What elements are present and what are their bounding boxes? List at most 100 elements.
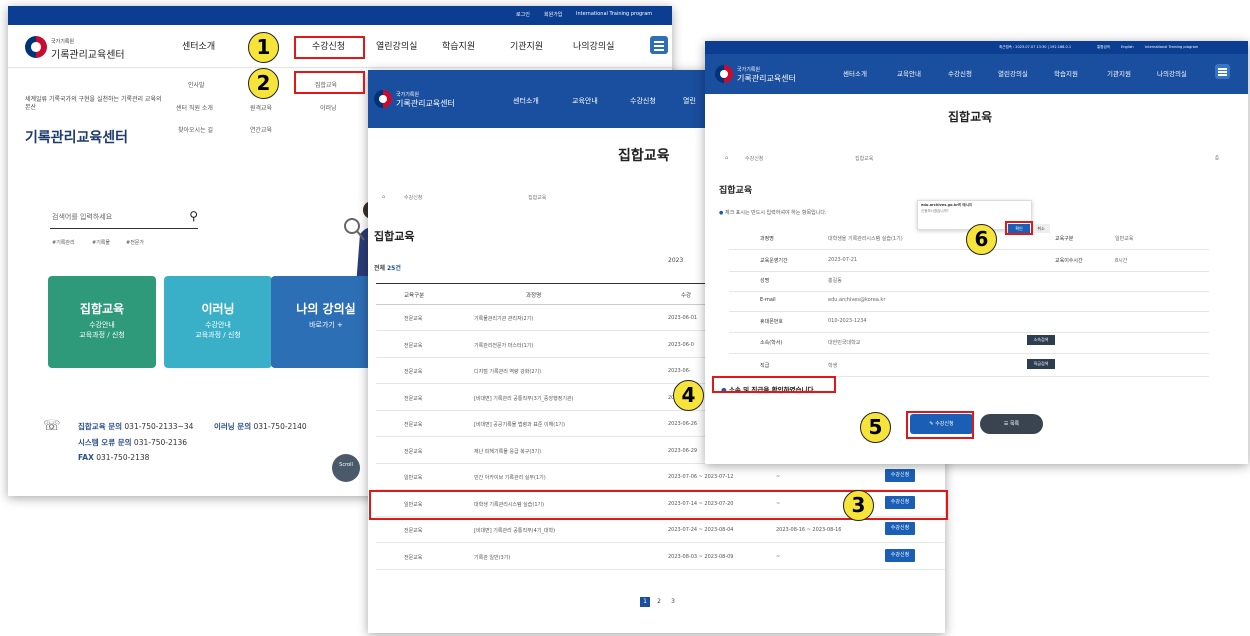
- submenu-directions[interactable]: 찾아오시는 길: [178, 125, 213, 134]
- nav-agency-support[interactable]: 기관지원: [1107, 68, 1131, 78]
- table-row: 일반교육 민간 아카이브 기록관리 실무(1기) 2023-07-06 ~ 2023…: [376, 464, 945, 490]
- submenu-elearning[interactable]: 이러닝: [320, 103, 337, 112]
- cell-course-name[interactable]: [비대면] 공공기록물 법령과 표준 이해(1기): [474, 421, 565, 428]
- menu-icon[interactable]: [650, 36, 668, 54]
- submenu-staff[interactable]: 센터 직원 소개: [176, 103, 213, 112]
- page-1[interactable]: 1: [640, 597, 650, 607]
- gnb-learning-support[interactable]: 학습지원: [442, 39, 475, 52]
- card-elearning[interactable]: 이러닝 수강안내 교육과정 / 신청: [164, 276, 272, 368]
- page-3[interactable]: 3: [668, 597, 678, 607]
- nav-education-guide[interactable]: 교육안내: [572, 96, 598, 106]
- gnb-my-class[interactable]: 나의강의실: [573, 39, 614, 52]
- cell-course-name[interactable]: 민간 아카이브 기록관리 실무(1기): [474, 474, 546, 481]
- english-link[interactable]: English: [1121, 45, 1134, 49]
- field-value: 2023-07-21: [828, 257, 858, 263]
- contact-group: 집합교육 문의 031-750-2133~34: [78, 422, 194, 431]
- page-2[interactable]: 2: [654, 597, 664, 607]
- form-title: 집합교육: [719, 186, 753, 196]
- nav-enrollment[interactable]: 수강신청: [948, 68, 972, 78]
- logo-site-name[interactable]: 기록관리교육센터: [737, 73, 796, 84]
- field-label: 교육운영기간: [760, 258, 788, 264]
- search-input[interactable]: 검색어를 입력하세요: [52, 212, 112, 222]
- apply-button[interactable]: 수강신청: [885, 548, 915, 562]
- logo-emblem-icon[interactable]: [25, 36, 47, 58]
- logo-emblem-icon[interactable]: [374, 90, 392, 108]
- field-label: 과정명: [760, 236, 774, 242]
- gnb-center-intro[interactable]: 센터소개: [182, 39, 215, 52]
- integrated-search-link[interactable]: 통합검색: [1097, 45, 1110, 50]
- international-link[interactable]: International Training program: [576, 11, 652, 17]
- card-group-education[interactable]: 집합교육 수강안내 교육과정 / 신청: [48, 276, 156, 368]
- logo-site-name[interactable]: 기록관리교육센터: [51, 46, 125, 61]
- cell-period: 2023-08-03 ~ 2023-08-09: [668, 553, 734, 560]
- card-my-class[interactable]: 나의 강의실 바로가기 +: [271, 276, 381, 368]
- cell-course-name[interactable]: [비대면] 기록관리 공통직무(3기_중앙행정기관): [474, 395, 573, 402]
- breadcrumb-enrollment[interactable]: 수강신청: [404, 194, 422, 201]
- cell-course-name[interactable]: 디지털 기록관리 역량 강화(2기): [474, 368, 541, 375]
- step-badge-4: 4: [673, 380, 704, 411]
- menu-icon[interactable]: [1215, 64, 1230, 79]
- year-select[interactable]: 2023: [668, 257, 683, 264]
- cell-apply-period: ~: [776, 553, 781, 560]
- cell-type: 전문교육: [404, 448, 423, 455]
- join-link[interactable]: 회원가입: [544, 11, 562, 18]
- field-divider: [729, 291, 1209, 292]
- nav-open[interactable]: 열린: [683, 96, 696, 106]
- field-value: 홍길동: [828, 278, 842, 284]
- breadcrumb-enrollment[interactable]: 수강신청: [745, 155, 763, 162]
- search-icon[interactable]: ⚲: [189, 209, 198, 223]
- cell-type: 전문교육: [404, 316, 423, 322]
- submenu-remote-education[interactable]: 원격교육: [250, 103, 272, 112]
- field-value[interactable]: 학생: [828, 362, 837, 369]
- composite-screenshot: 로그인 회원가입 International Training program …: [0, 0, 1250, 636]
- cell-course-name[interactable]: 기록물관리기관 관리자(2기): [474, 315, 533, 322]
- scroll-button[interactable]: Scroll: [332, 454, 360, 482]
- apply-button[interactable]: 수강신청: [885, 469, 915, 482]
- login-link[interactable]: 로그인: [516, 11, 530, 18]
- gnb-agency-support[interactable]: 기관지원: [510, 39, 543, 52]
- nav-learning-support[interactable]: 학습지원: [1054, 68, 1078, 78]
- list-button[interactable]: ☰ 목록: [980, 414, 1043, 434]
- cell-course-name[interactable]: 재난 피해기록물 응급 복구(3기): [474, 448, 541, 455]
- gnb-open-class[interactable]: 열린강의실: [376, 39, 417, 52]
- cell-course-name[interactable]: 기록관 일반(3기): [474, 554, 510, 561]
- dialog-cancel-button[interactable]: 취소: [1032, 224, 1050, 233]
- cell-course-name[interactable]: [비대면] 기록관리 공통직무(4기_대학): [474, 527, 555, 534]
- home-icon[interactable]: ⌂: [725, 155, 728, 161]
- breadcrumb-group-education[interactable]: 집합교육: [855, 155, 873, 162]
- nav-center-intro[interactable]: 센터소개: [513, 96, 539, 106]
- hashtag-expert[interactable]: #전문가: [126, 239, 144, 246]
- apply-button[interactable]: 수강신청: [885, 522, 915, 535]
- field-value[interactable]: 대한민국대학교: [828, 339, 860, 346]
- nav-education-guide[interactable]: 교육안내: [897, 68, 921, 78]
- field-label: 직급: [760, 363, 770, 369]
- card-title: 나의 강의실: [296, 302, 356, 316]
- phone-icon: ☏: [43, 418, 61, 434]
- home-icon[interactable]: ⌂: [382, 194, 385, 200]
- cell-course-name[interactable]: 기록관리전문가 마스터(1기): [474, 342, 533, 349]
- rank-search-button[interactable]: 직급검색: [1027, 359, 1055, 369]
- logo-site-name[interactable]: 기록관리교육센터: [396, 98, 455, 109]
- hashtag-records[interactable]: #기록관리: [52, 239, 75, 246]
- field-divider: [729, 353, 1209, 354]
- card-title: 이러닝: [201, 302, 235, 316]
- field-value: 대학생을 기록관리시스템 실습(1기): [828, 236, 903, 242]
- print-icon[interactable]: ⎙: [1215, 155, 1219, 161]
- nav-enrollment[interactable]: 수강신청: [630, 96, 656, 106]
- page-title: 집합교육: [948, 110, 993, 124]
- logo-emblem-icon[interactable]: [715, 65, 733, 83]
- submenu-annual-education[interactable]: 연간교육: [250, 125, 272, 134]
- affiliation-search-button[interactable]: 소속검색: [1027, 335, 1055, 345]
- search-bar[interactable]: 검색어를 입력하세요 ⚲: [50, 209, 198, 229]
- highlight-apply-button: [906, 411, 974, 439]
- step-badge-2: 2: [248, 68, 279, 99]
- table-row: 전문교육 기록관 일반(3기) 2023-08-03 ~ 2023-08-09 ~ 수강…: [376, 544, 945, 570]
- hashtag-documents[interactable]: #기록물: [92, 239, 110, 246]
- international-link[interactable]: International Training program: [1145, 45, 1198, 49]
- submenu-greeting[interactable]: 인사말: [188, 80, 205, 89]
- nav-open-class[interactable]: 열린강의실: [998, 68, 1028, 78]
- breadcrumb-group-education[interactable]: 집합교육: [528, 194, 546, 201]
- nav-center-intro[interactable]: 센터소개: [843, 68, 867, 78]
- contact-fax: FAX 031-750-2138: [78, 453, 150, 462]
- nav-my-class[interactable]: 나의강의실: [1157, 68, 1187, 78]
